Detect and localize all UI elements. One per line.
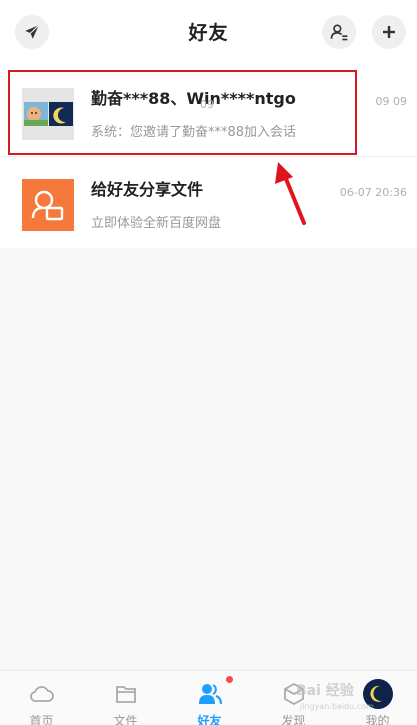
- conversation-time: 06-07 20:36: [339, 186, 407, 199]
- conversation-item[interactable]: 勤奋***88、Win****ntgo 系统：您邀请了勤奋***88加入会话 0…: [0, 66, 417, 156]
- conversation-item[interactable]: 给好友分享文件 立即体验全新百度网盘 06-07 20:36: [0, 156, 417, 246]
- conversation-name: 勤奋***88、Win****ntgo: [91, 89, 296, 108]
- tab-bar: 首页 文件 好友 发现 我的: [0, 670, 417, 725]
- tab-friends[interactable]: 好友: [168, 671, 251, 725]
- plus-icon: [383, 26, 395, 38]
- cloud-icon: [29, 686, 54, 702]
- folder-icon: [115, 686, 136, 703]
- tab-files[interactable]: 文件: [84, 671, 167, 725]
- friends-icon: [198, 684, 222, 705]
- contacts-icon: [330, 24, 348, 41]
- contacts-button[interactable]: [322, 15, 356, 49]
- tab-label: 首页: [29, 714, 54, 725]
- annotation-arrow: [275, 162, 306, 225]
- watermark: Bai 经验: [296, 683, 354, 699]
- tab-label: 好友: [197, 714, 222, 725]
- tab-label: 我的: [365, 714, 390, 725]
- add-button[interactable]: [372, 15, 406, 49]
- conversation-preview: 立即体验全新百度网盘: [91, 216, 222, 231]
- share-file-icon: [31, 190, 64, 221]
- top-bar: 好友: [0, 0, 417, 64]
- conversation-time-fragment: 09: [200, 98, 214, 111]
- share-file-avatar: [22, 179, 74, 231]
- watermark-url: jingyan.baidu.com: [300, 702, 374, 711]
- tab-home[interactable]: 首页: [0, 671, 83, 725]
- conversation-list: 勤奋***88、Win****ntgo 系统：您邀请了勤奋***88加入会话 0…: [0, 66, 417, 246]
- tab-label: 发现: [281, 714, 306, 725]
- empty-area: [0, 248, 417, 670]
- conversation-preview: 系统：您邀请了勤奋***88加入会话: [91, 125, 297, 140]
- conversation-name: 给好友分享文件: [91, 180, 204, 199]
- conversation-time: 09 09: [375, 95, 408, 108]
- tab-label: 文件: [113, 714, 138, 725]
- group-avatar: [22, 88, 74, 140]
- notification-badge: [226, 676, 233, 683]
